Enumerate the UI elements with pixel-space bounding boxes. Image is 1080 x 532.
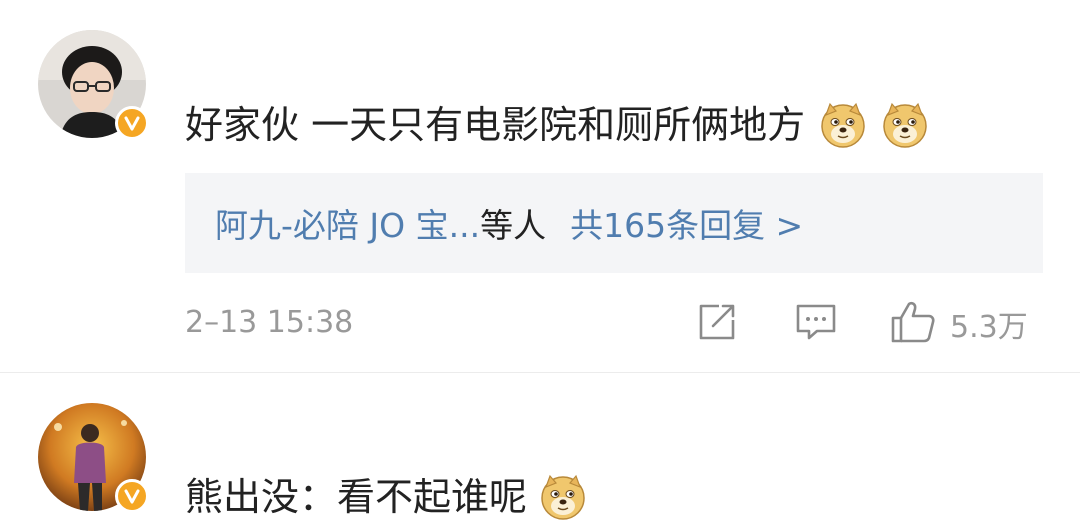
share-button[interactable] [697,303,737,345]
comment-body: 熊出没：看不起谁呢 [185,475,528,519]
comment-button[interactable] [795,303,837,345]
doge-emoji-icon [881,101,929,149]
reply-users-link[interactable]: 阿九-必陪 JO 宝... [215,199,480,247]
like-button[interactable]: 5.3万 [890,300,1028,348]
comment-body: 好家伙 一天只有电影院和厕所俩地方 [185,103,806,147]
verified-badge-icon [115,479,149,513]
thumbs-up-icon [890,300,936,348]
comment-text: 熊出没：看不起谁呢 [185,473,587,521]
comment-item: 好家伙 一天只有电影院和厕所俩地方 阿九-必陪 JO 宝... 等人 共165条… [0,0,1080,372]
comment-item: 熊出没：看不起谁呢 [0,373,1080,531]
verified-badge-icon [115,106,149,140]
doge-emoji-icon [539,473,587,521]
reply-count-link[interactable]: 共165条回复 > [570,199,803,247]
comment-text: 好家伙 一天只有电影院和厕所俩地方 [185,101,929,149]
comment-timestamp: 2–13 15:38 [185,305,354,340]
replies-summary[interactable]: 阿九-必陪 JO 宝... 等人 共165条回复 > [185,173,1043,273]
reply-suffix: 等人 [480,206,547,245]
doge-emoji-icon [819,101,867,149]
share-icon [697,302,737,346]
comment-icon [795,301,837,347]
like-count: 5.3万 [950,310,1028,345]
